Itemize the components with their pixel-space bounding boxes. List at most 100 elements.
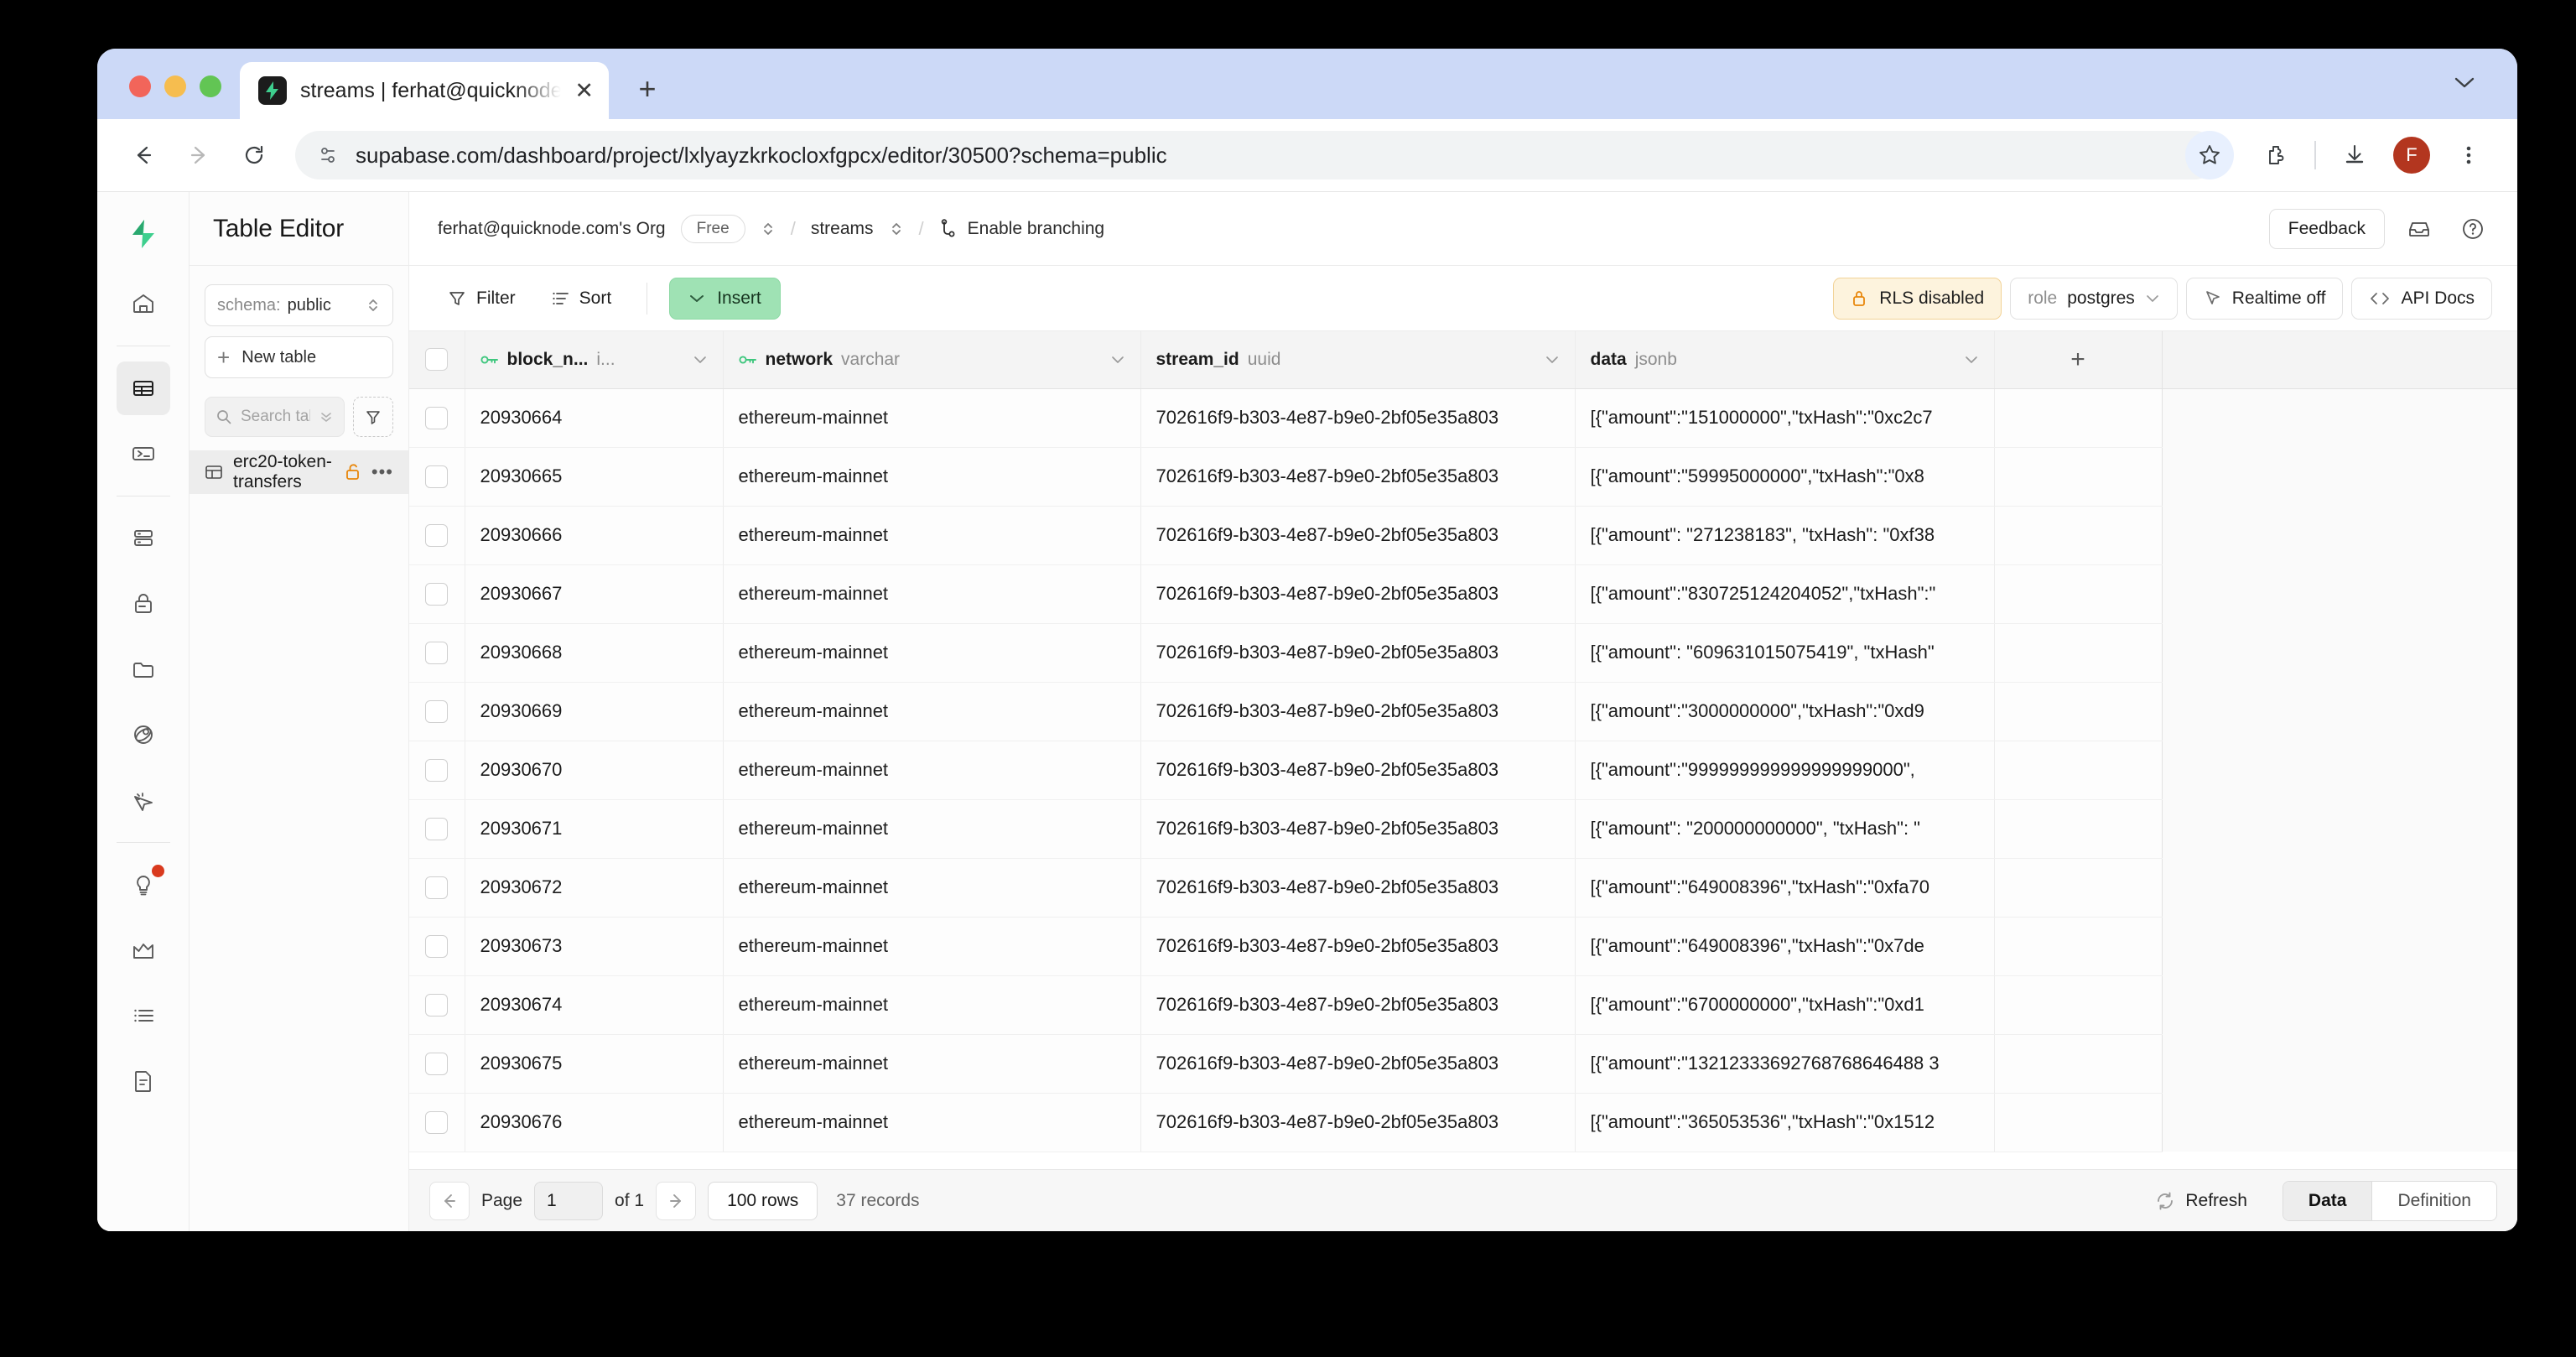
chevron-down-icon[interactable]: [1110, 355, 1125, 365]
cell-network[interactable]: ethereum-mainnet: [723, 682, 1141, 741]
cell-stream_id[interactable]: 702616f9-b303-4e87-b9e0-2bf05e35a803: [1140, 858, 1576, 918]
table-row[interactable]: 20930665 ethereum-mainnet 702616f9-b303-4e…: [409, 447, 2517, 507]
cell-block_number[interactable]: 20930669: [465, 682, 724, 741]
row-checkbox[interactable]: [425, 699, 449, 723]
filter-button[interactable]: Filter: [434, 278, 529, 319]
table-row[interactable]: 20930673 ethereum-mainnet 702616f9-b303-4e…: [409, 917, 2517, 976]
cell-stream_id[interactable]: 702616f9-b303-4e87-b9e0-2bf05e35a803: [1140, 388, 1576, 448]
data-grid-container[interactable]: block_n... i... network varchar stream_i…: [409, 331, 2517, 1169]
row-checkbox[interactable]: [425, 1052, 449, 1075]
avatar[interactable]: F: [2393, 137, 2430, 174]
cell-data[interactable]: [{"amount":"6700000000","txHash":"0xd1: [1575, 975, 1995, 1035]
cell-data[interactable]: [{"amount":"649008396","txHash":"0xfa70: [1575, 858, 1995, 918]
realtime-toggle-button[interactable]: Realtime off: [2185, 277, 2344, 320]
cell-network[interactable]: ethereum-mainnet: [723, 388, 1141, 448]
cell-stream_id[interactable]: 702616f9-b303-4e87-b9e0-2bf05e35a803: [1140, 975, 1576, 1035]
select-all-checkbox[interactable]: [425, 348, 449, 372]
cell-data[interactable]: [{"amount":"13212333692768768646488 3: [1575, 1034, 1995, 1094]
supabase-logo-icon[interactable]: [117, 207, 170, 261]
row-select-cell[interactable]: [409, 564, 465, 624]
previous-page-button[interactable]: [429, 1181, 470, 1220]
sidebar-item-realtime[interactable]: [117, 773, 170, 827]
row-checkbox[interactable]: [425, 582, 449, 606]
table-row[interactable]: 20930669 ethereum-mainnet 702616f9-b303-4e…: [409, 682, 2517, 741]
cell-data[interactable]: [{"amount":"830725124204052","txHash":": [1575, 564, 1995, 624]
minimize-window-button[interactable]: [164, 75, 186, 97]
project-chevron-up-down-icon[interactable]: [889, 220, 904, 238]
cell-block_number[interactable]: 20930668: [465, 623, 724, 683]
cell-stream_id[interactable]: 702616f9-b303-4e87-b9e0-2bf05e35a803: [1140, 741, 1576, 800]
search-tables-box[interactable]: [205, 397, 345, 437]
sidebar-item-database[interactable]: [117, 512, 170, 565]
table-row[interactable]: 20930664 ethereum-mainnet 702616f9-b303-4e…: [409, 388, 2517, 448]
cell-block_number[interactable]: 20930667: [465, 564, 724, 624]
cell-network[interactable]: ethereum-mainnet: [723, 799, 1141, 859]
tab-definition[interactable]: Definition: [2372, 1182, 2496, 1220]
cell-data[interactable]: [{"amount":"365053536","txHash":"0x1512: [1575, 1093, 1995, 1152]
row-checkbox[interactable]: [425, 758, 449, 782]
browser-tab[interactable]: streams | ferhat@quicknode.c ✕: [240, 62, 609, 119]
column-header-stream-id[interactable]: stream_id uuid: [1140, 331, 1576, 389]
cell-data[interactable]: [{"amount": "200000000000", "txHash": ": [1575, 799, 1995, 859]
org-chevron-up-down-icon[interactable]: [761, 220, 776, 238]
rows-per-page-button[interactable]: 100 rows: [708, 1181, 818, 1220]
cell-data[interactable]: [{"amount":"59995000000","txHash":"0x8: [1575, 447, 1995, 507]
sidebar-item-home[interactable]: [117, 277, 170, 330]
api-docs-button[interactable]: API Docs: [2351, 277, 2492, 320]
cell-network[interactable]: ethereum-mainnet: [723, 858, 1141, 918]
row-select-cell[interactable]: [409, 1034, 465, 1094]
plus-icon[interactable]: +: [2010, 346, 2147, 374]
row-select-cell[interactable]: [409, 741, 465, 800]
cell-stream_id[interactable]: 702616f9-b303-4e87-b9e0-2bf05e35a803: [1140, 564, 1576, 624]
back-button[interactable]: [119, 131, 168, 179]
cell-data[interactable]: [{"amount":"3000000000","txHash":"0xd9: [1575, 682, 1995, 741]
sidebar-item-sql-editor[interactable]: [117, 427, 170, 481]
select-all-header[interactable]: [409, 331, 465, 389]
search-input[interactable]: [241, 408, 310, 426]
chevron-down-icon[interactable]: [1964, 355, 1979, 365]
chevron-down-icon[interactable]: [693, 355, 708, 365]
address-bar[interactable]: supabase.com/dashboard/project/lxlyayzkr…: [295, 131, 2219, 179]
cell-data[interactable]: [{"amount": "609631015075419", "txHash": [1575, 623, 1995, 683]
page-input[interactable]: [534, 1181, 604, 1220]
row-select-cell[interactable]: [409, 447, 465, 507]
row-checkbox[interactable]: [425, 1110, 449, 1134]
extensions-icon[interactable]: [2252, 132, 2299, 179]
sidebar-item-api-docs[interactable]: [117, 1054, 170, 1108]
row-checkbox[interactable]: [425, 993, 449, 1016]
column-header-block-number[interactable]: block_n... i...: [465, 331, 724, 389]
enable-branching-button[interactable]: Enable branching: [939, 219, 1104, 239]
table-row[interactable]: 20930672 ethereum-mainnet 702616f9-b303-4e…: [409, 858, 2517, 918]
table-row[interactable]: 20930676 ethereum-mainnet 702616f9-b303-4e…: [409, 1093, 2517, 1152]
sidebar-item-edge-functions[interactable]: [117, 708, 170, 762]
bookmark-star-icon[interactable]: [2185, 131, 2234, 179]
table-row[interactable]: 20930668 ethereum-mainnet 702616f9-b303-4e…: [409, 623, 2517, 683]
close-window-button[interactable]: [129, 75, 151, 97]
cell-block_number[interactable]: 20930672: [465, 858, 724, 918]
row-checkbox[interactable]: [425, 523, 449, 547]
cell-block_number[interactable]: 20930676: [465, 1093, 724, 1152]
row-checkbox[interactable]: [425, 934, 449, 958]
sidebar-item-logs[interactable]: [117, 989, 170, 1042]
cell-block_number[interactable]: 20930670: [465, 741, 724, 800]
cell-block_number[interactable]: 20930665: [465, 447, 724, 507]
cell-stream_id[interactable]: 702616f9-b303-4e87-b9e0-2bf05e35a803: [1140, 799, 1576, 859]
row-checkbox[interactable]: [425, 406, 449, 429]
sidebar-item-storage[interactable]: [117, 642, 170, 696]
sort-button[interactable]: Sort: [538, 278, 626, 319]
chevron-down-icon[interactable]: [1545, 355, 1560, 365]
cell-network[interactable]: ethereum-mainnet: [723, 1093, 1141, 1152]
table-row[interactable]: 20930667 ethereum-mainnet 702616f9-b303-4e…: [409, 564, 2517, 624]
insert-button[interactable]: Insert: [669, 277, 781, 320]
row-checkbox[interactable]: [425, 876, 449, 899]
cell-stream_id[interactable]: 702616f9-b303-4e87-b9e0-2bf05e35a803: [1140, 506, 1576, 565]
cell-stream_id[interactable]: 702616f9-b303-4e87-b9e0-2bf05e35a803: [1140, 1093, 1576, 1152]
cell-network[interactable]: ethereum-mainnet: [723, 623, 1141, 683]
plan-badge[interactable]: Free: [680, 214, 745, 243]
cell-network[interactable]: ethereum-mainnet: [723, 506, 1141, 565]
breadcrumb-project[interactable]: streams: [811, 219, 874, 239]
new-table-button[interactable]: + New table: [205, 336, 393, 378]
cell-network[interactable]: ethereum-mainnet: [723, 447, 1141, 507]
tab-data[interactable]: Data: [2283, 1181, 2373, 1220]
role-selector[interactable]: role postgres: [2010, 277, 2178, 320]
